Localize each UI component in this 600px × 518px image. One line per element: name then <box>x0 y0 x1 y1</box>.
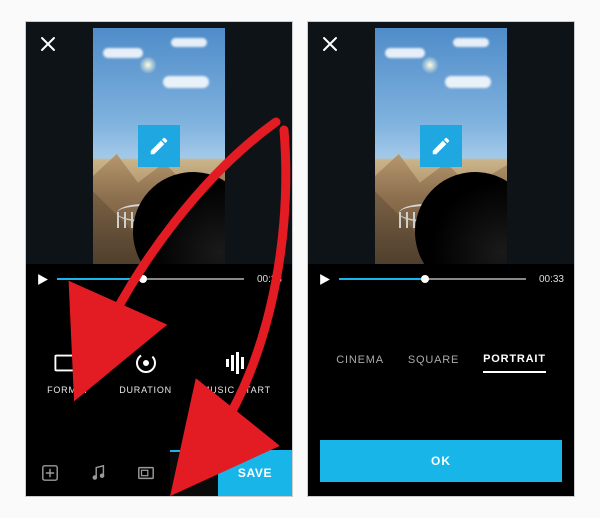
preview-media <box>375 28 507 264</box>
tab-music[interactable] <box>74 450 122 496</box>
seek-progress <box>339 278 425 280</box>
playback-bar: 00:33 <box>308 264 574 294</box>
seek-progress <box>57 278 143 280</box>
close-button[interactable] <box>36 32 60 56</box>
tool-duration[interactable]: DURATION <box>119 349 172 395</box>
aspect-options: CINEMA SQUARE PORTRAIT <box>308 294 574 432</box>
tab-settings[interactable] <box>170 450 218 496</box>
play-button[interactable] <box>318 273 331 286</box>
duration-icon <box>132 349 160 377</box>
tab-layout[interactable] <box>122 450 170 496</box>
play-icon <box>36 273 49 286</box>
close-icon <box>322 36 338 52</box>
seek-track[interactable] <box>339 278 526 280</box>
tool-label: FORMAT <box>47 385 89 395</box>
play-button[interactable] <box>36 273 49 286</box>
add-media-icon <box>41 464 59 482</box>
format-icon <box>54 349 82 377</box>
layout-icon <box>137 464 155 482</box>
edit-clip-button[interactable] <box>420 125 462 167</box>
tab-add-media[interactable] <box>26 450 74 496</box>
editor-screen-right: 00:33 CINEMA SQUARE PORTRAIT OK <box>307 21 575 497</box>
seek-knob[interactable] <box>421 275 429 283</box>
music-start-icon <box>222 349 250 377</box>
bottom-tabbar: SAVE <box>26 450 292 496</box>
music-icon <box>89 464 107 482</box>
aspect-square[interactable]: SQUARE <box>408 354 459 372</box>
close-button[interactable] <box>318 32 342 56</box>
tool-label: DURATION <box>119 385 172 395</box>
close-icon <box>40 36 56 52</box>
aspect-label: CINEMA <box>336 354 384 366</box>
wrench-icon <box>185 465 203 483</box>
play-icon <box>318 273 331 286</box>
save-button[interactable]: SAVE <box>218 450 292 496</box>
ok-wrap: OK <box>308 432 574 496</box>
preview-media <box>93 28 225 264</box>
aspect-portrait[interactable]: PORTRAIT <box>483 353 546 373</box>
tool-label: MUSIC START <box>202 385 271 395</box>
ok-label: OK <box>431 454 451 468</box>
tools-row: FORMAT DURATION MUSIC START <box>26 294 292 450</box>
edit-clip-button[interactable] <box>138 125 180 167</box>
seek-knob[interactable] <box>139 275 147 283</box>
ok-button[interactable]: OK <box>320 440 562 482</box>
aspect-label: SQUARE <box>408 354 459 366</box>
tool-music-start[interactable]: MUSIC START <box>202 349 271 395</box>
editor-screen-left: 00:33 FORMAT DURATION <box>25 21 293 497</box>
video-preview <box>308 22 574 264</box>
pencil-icon <box>148 135 170 157</box>
save-label: SAVE <box>238 466 272 480</box>
pencil-icon <box>430 135 452 157</box>
time-remaining: 00:33 <box>252 274 282 285</box>
aspect-cinema[interactable]: CINEMA <box>336 354 384 372</box>
video-preview <box>26 22 292 264</box>
seek-track[interactable] <box>57 278 244 280</box>
aspect-label: PORTRAIT <box>483 353 546 365</box>
time-remaining: 00:33 <box>534 274 564 285</box>
tool-format[interactable]: FORMAT <box>47 349 89 395</box>
playback-bar: 00:33 <box>26 264 292 294</box>
